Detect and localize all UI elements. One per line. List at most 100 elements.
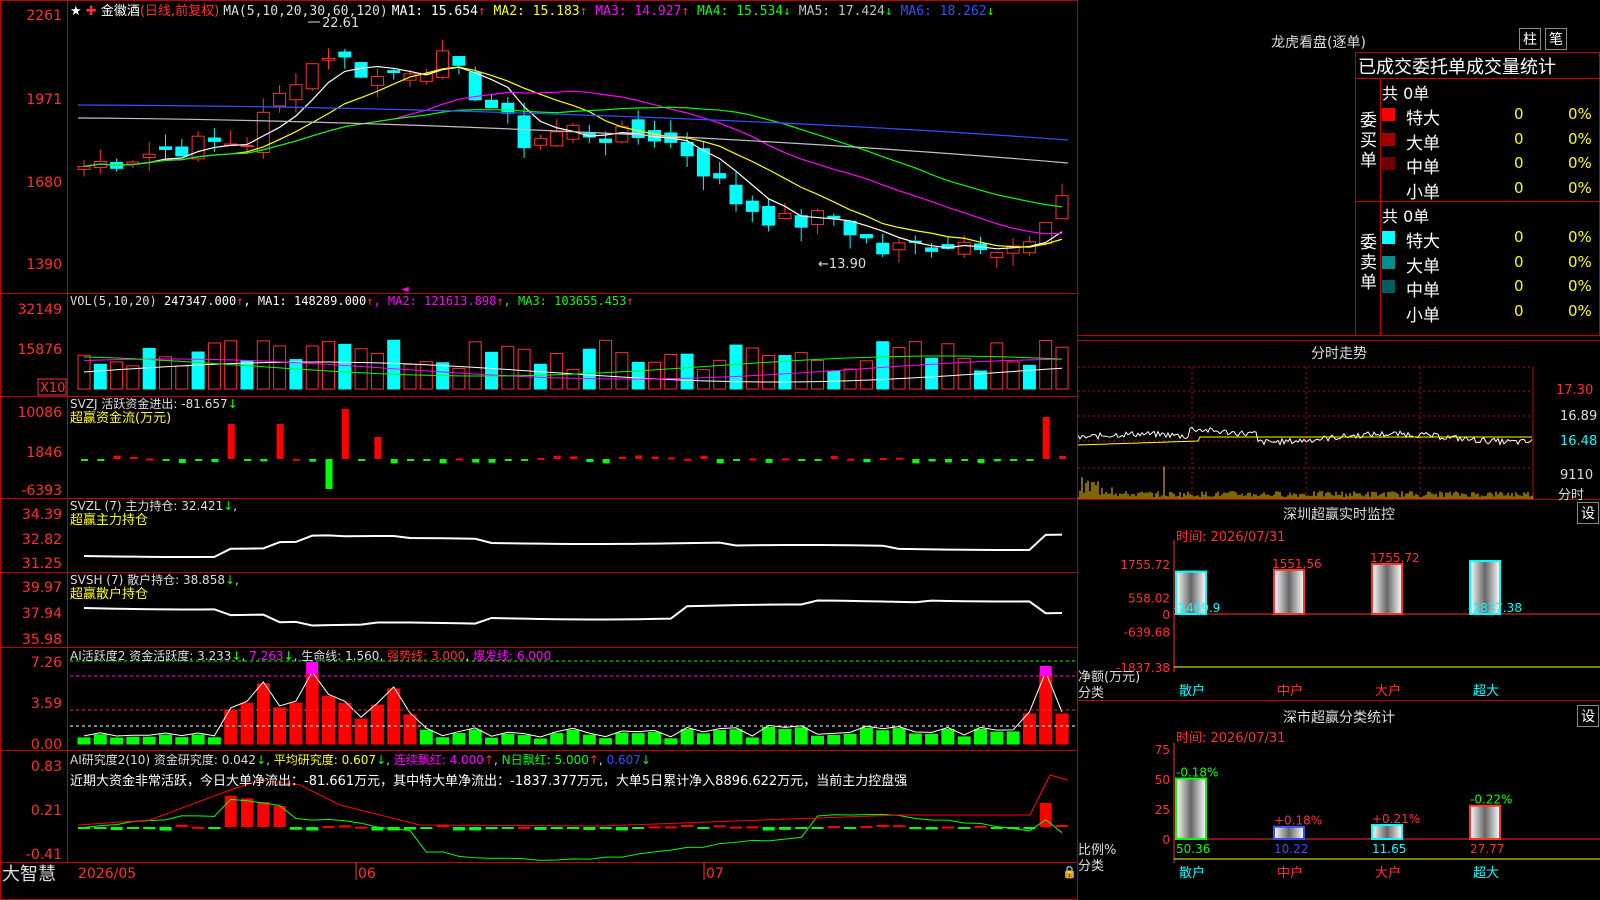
monitor-bar-2 xyxy=(1371,563,1403,615)
intraday-panel[interactable]: 分时走势 17.30 16.89 16.48 9110 分时 xyxy=(1078,340,1600,503)
svzj-bar xyxy=(651,456,659,459)
ai1-bar xyxy=(566,729,580,745)
lhb-row-count: 0 xyxy=(1514,252,1524,271)
ai1-bar xyxy=(876,730,890,745)
volume-bar xyxy=(142,347,156,390)
ai2-bar xyxy=(469,827,482,831)
svzj-bar xyxy=(146,458,154,461)
lhb-row-count: 0 xyxy=(1514,178,1524,197)
candle-body xyxy=(142,153,156,159)
low-price-label: ←13.90 xyxy=(818,257,866,272)
lhb-table: 已成交委托单成交量统计 委买单 委卖单 共 0单 共 0单 特大 0 0% 大单 0 0%… xyxy=(1355,52,1600,336)
svzj-bar xyxy=(863,459,871,463)
svzj-bar xyxy=(749,458,757,461)
stats-ytick: 25 xyxy=(1155,803,1170,817)
svzj-bar xyxy=(977,459,985,463)
ai1-v3: 1.560 xyxy=(345,649,380,663)
svzj-bar xyxy=(537,458,545,461)
ai1-bar xyxy=(990,731,1004,745)
svsh-value: 38.858 xyxy=(182,573,225,587)
candle-body xyxy=(207,137,221,142)
bar-mode-button[interactable]: 柱 xyxy=(1519,28,1541,50)
monitor-bar-1 xyxy=(1273,568,1305,615)
lhb-row-count: 0 xyxy=(1514,154,1524,172)
ai1-bar xyxy=(452,733,466,745)
volume-bar xyxy=(240,360,254,390)
star-icon[interactable]: ★ xyxy=(70,4,82,19)
ai2-v2: 0.607 xyxy=(341,753,376,767)
volume-bar xyxy=(876,341,890,390)
lock-icon[interactable]: 🔒 xyxy=(1062,865,1077,879)
ai2-bar xyxy=(126,827,139,829)
ai1-bar xyxy=(289,702,303,745)
ai2-bar xyxy=(501,827,514,829)
ai1-bar xyxy=(93,734,107,745)
lhb-row: 大单 0 0% xyxy=(1382,252,1600,277)
ai1-l4: 强势线: xyxy=(387,649,428,663)
volume-bar xyxy=(648,361,661,390)
ai1-bar xyxy=(713,730,727,745)
svzl-ytick-2: 31.25 xyxy=(22,556,62,572)
svzj-bar xyxy=(472,459,480,463)
ai1-bar xyxy=(1055,713,1069,745)
svzj-bar xyxy=(358,459,366,461)
ai2-bar xyxy=(257,802,270,827)
plus-icon[interactable]: ✚ xyxy=(86,4,97,19)
ai2-bar xyxy=(452,827,465,831)
svzj-header: SVZJ 活跃资金进出: -81.657↓ 超赢资金流(万元) xyxy=(70,397,238,426)
lhb-row-label: 大单 xyxy=(1406,256,1440,277)
stats-value-label: 27.77 xyxy=(1470,842,1504,856)
svzj-bar xyxy=(684,458,692,461)
intraday-price-2: 16.48 xyxy=(1560,434,1598,449)
ai2-bar xyxy=(941,826,954,829)
ai2-l4: N日飘红: xyxy=(501,753,551,767)
svzl-arrow: ↓ xyxy=(223,499,234,513)
main-ytick-2: 1680 xyxy=(26,175,62,191)
brand-label: 大智慧 xyxy=(2,864,56,885)
svzj-bar xyxy=(292,458,300,461)
svzj-bar xyxy=(814,459,822,462)
vol-ma-3: , MA3: 103655.453 xyxy=(503,294,627,308)
stats-change-label: +0.21% xyxy=(1372,812,1420,826)
svzl-header: SVZL (7) 主力持仓: 32.421↓, 超赢主力持仓 xyxy=(70,499,238,528)
svzj-value: -81.657 xyxy=(181,397,228,411)
svzj-bar xyxy=(896,457,903,460)
ai1-bar xyxy=(191,734,205,745)
main-header: ★ ✚ 金徽酒(日线,前复权) MA(5,10,20,30,60,120) MA… xyxy=(70,0,994,19)
vol-header: VOL(5,10,20) 247347.000 ↑ , MA1: 148289.00… xyxy=(70,294,634,308)
lhb-row-count: 0 xyxy=(1514,105,1524,123)
ai2-bar xyxy=(615,827,628,831)
ma-arrow-6: ↓ xyxy=(986,4,995,19)
period-label[interactable]: (日线,前复权) xyxy=(140,4,219,19)
stats-bar-3 xyxy=(1469,804,1501,841)
ai2-bar xyxy=(632,827,645,829)
svzj-bar xyxy=(325,459,333,489)
ai2-v3: 4.000 xyxy=(449,753,484,767)
svzj-bar xyxy=(586,459,594,463)
volume-bar xyxy=(1022,364,1036,390)
ai2-bar xyxy=(681,824,694,827)
svzl-ytick-1: 32.82 xyxy=(22,532,62,548)
ai2-l3: 连续飘红: xyxy=(393,753,446,767)
ai1-bar xyxy=(680,729,694,745)
tick-mode-button[interactable]: 笔 xyxy=(1545,28,1567,50)
volume-bar xyxy=(892,347,906,390)
ai1-label: AI活跃度2 资金活跃度: xyxy=(70,649,194,663)
ai1-bar xyxy=(615,732,629,745)
ai1-bar xyxy=(517,735,531,745)
ai2-bar xyxy=(583,827,596,831)
volume-bar xyxy=(517,348,531,390)
vol-ytick-1: 15876 xyxy=(17,342,62,358)
lhb-color-swatch xyxy=(1382,132,1395,146)
volume-bar xyxy=(485,351,498,390)
stats-value-label: 50.36 xyxy=(1176,842,1210,856)
svzj-bar xyxy=(195,459,203,461)
svsh-sub: 超赢散户持仓 xyxy=(70,587,149,602)
stats-bar-0 xyxy=(1175,777,1207,840)
svzj-bar xyxy=(765,459,773,463)
vol-ma-1: , MA1: 148289.000 xyxy=(243,294,367,308)
candle-body xyxy=(354,62,368,78)
svsh-header: SVSH (7) 散户持仓: 38.858↓, 超赢散户持仓 xyxy=(70,573,239,602)
svzj-bar xyxy=(928,459,936,462)
ai2-bar xyxy=(974,825,987,828)
